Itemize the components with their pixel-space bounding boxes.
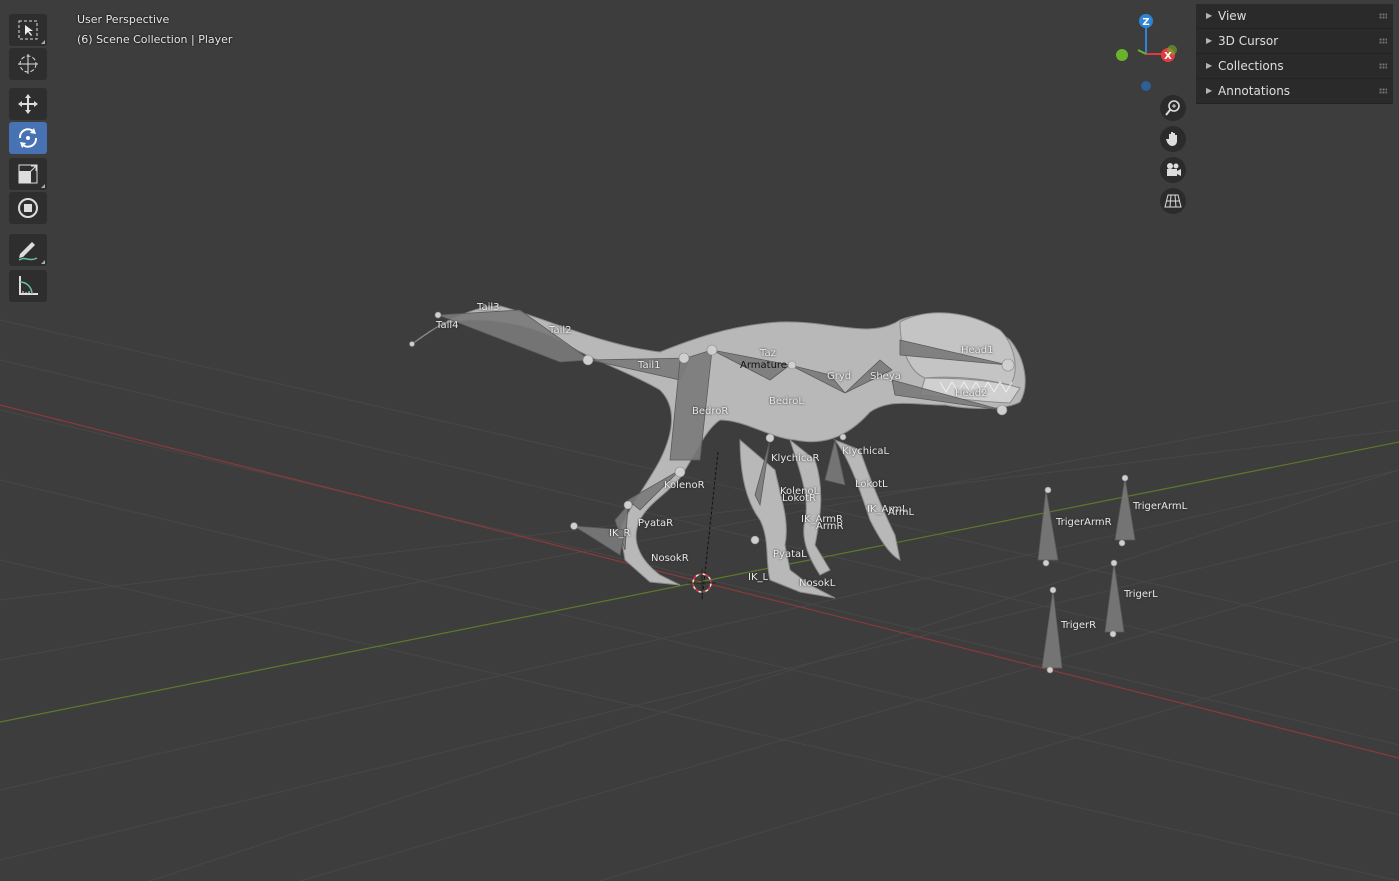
camera-icon [1167,163,1181,176]
ortho-toggle-button[interactable] [1160,188,1186,214]
drag-grip-icon[interactable] [1379,63,1387,69]
panel-label: 3D Cursor [1218,34,1279,48]
bone-label: NosokR [651,553,689,564]
bone-label: Tail4 [436,320,459,331]
rotate-icon [18,128,38,148]
bone-label: Tail2 [549,325,572,336]
bone-label: ArmR [816,521,844,532]
bone-label: PyataR [638,518,674,529]
panel-label: Annotations [1218,84,1291,98]
bone-label: ArmL [888,507,915,518]
view-name: User Perspective [77,13,170,26]
bone-label: BedroR [692,406,729,417]
sidebar-panels: ▶ View ▶ 3D Cursor ▶ Collections ▶ Annot… [1196,4,1393,104]
drag-grip-icon[interactable] [1379,88,1387,94]
chevron-right-icon: ▶ [1206,61,1213,70]
chevron-right-icon: ▶ [1206,36,1213,45]
bone-label: LokotL [855,479,888,490]
zoom-button[interactable] [1160,95,1186,121]
chevron-right-icon: ▶ [1206,11,1213,20]
x-axis-label: X [1164,51,1172,62]
rotate-tool[interactable] [9,122,47,154]
armature-label: Armature [740,360,787,371]
move-tool[interactable] [9,88,47,120]
transform-icon [18,198,38,218]
measure-tool[interactable] [9,270,47,302]
bone-label: PyataL [773,549,807,560]
bone-label: TrigerL [1124,589,1158,600]
cursor-icon [18,54,38,74]
panel-label: View [1218,9,1247,23]
transform-tool[interactable] [9,192,47,224]
z-axis-label: Z [1142,17,1149,28]
bone-label: Sheya [870,371,901,382]
scale-tool[interactable] [9,158,47,190]
bone-label: TrigerR [1061,620,1097,631]
camera-view-button[interactable] [1160,157,1186,183]
drag-grip-icon[interactable] [1379,38,1387,44]
bone-label: KlychicaR [771,453,820,464]
z-negative-handle [1141,81,1151,91]
scene-canvas[interactable] [0,0,1399,881]
chevron-right-icon: ▶ [1206,86,1213,95]
3d-viewport[interactable]: User Perspective (6) Scene Collection | … [0,0,1399,881]
bone-label: IK_R [609,528,631,539]
panel-3d-cursor[interactable]: ▶ 3D Cursor [1196,29,1393,54]
annotate-tool[interactable] [9,234,47,266]
bone-label: NosokL [799,578,836,589]
bone-label: Taz [760,348,776,359]
bone-label: IK_L [748,572,769,583]
bone-label: TrigerArmR [1056,517,1112,528]
bone-label: Gryd [827,371,852,382]
panel-view[interactable]: ▶ View [1196,4,1393,29]
drag-grip-icon[interactable] [1379,13,1387,19]
measure-icon [19,276,38,295]
select-box-icon [18,20,38,40]
cursor-tool[interactable] [9,48,47,80]
bone-label: Tail1 [638,360,661,371]
bone-label: Head2 [955,388,988,399]
bone-label: KolenoR [664,480,705,491]
move-icon [18,94,38,114]
navigation-gizmo[interactable]: Z X [1110,10,1182,96]
pan-button[interactable] [1160,126,1186,152]
select-box-tool[interactable] [9,14,47,46]
annotate-icon [18,242,38,261]
bone-label: BedroL [769,396,804,407]
collection-label: (6) Scene Collection | Player [77,33,233,46]
bone-label: LokotR [782,493,816,504]
y-axis-handle [1116,49,1128,61]
bone-label: Head1 [961,345,994,356]
zoom-icon [1165,100,1180,116]
3d-cursor [688,569,716,597]
bone-label: TrigerArmL [1133,501,1188,512]
panel-label: Collections [1218,59,1284,73]
panel-annotations[interactable]: ▶ Annotations [1196,79,1393,104]
ortho-grid-icon [1164,194,1182,208]
scale-icon [18,164,38,184]
hand-pan-icon [1166,132,1177,146]
bone-label: KlychicaL [842,446,890,457]
panel-collections[interactable]: ▶ Collections [1196,54,1393,79]
bone-label: Tail3 [477,302,500,313]
